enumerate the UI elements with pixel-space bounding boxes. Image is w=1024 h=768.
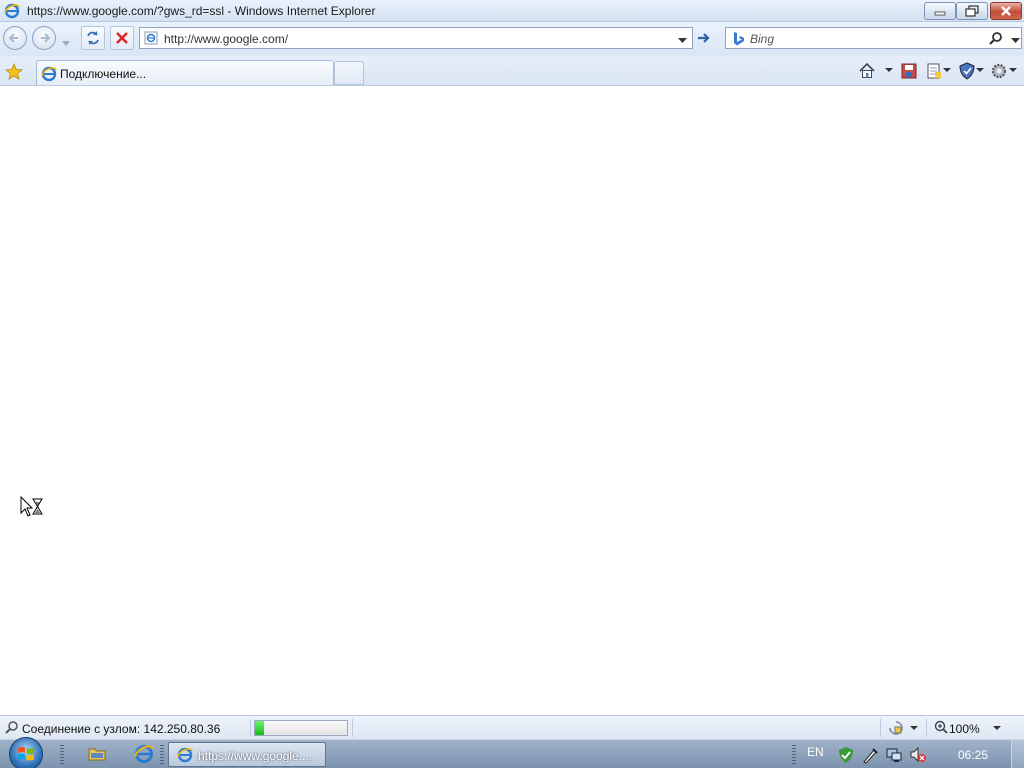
feeds-button[interactable]	[900, 62, 918, 83]
back-arrow-icon	[8, 33, 18, 43]
clock[interactable]: 06:25	[958, 748, 988, 762]
tab-label: Подключение...	[60, 67, 147, 81]
bing-logo-icon	[731, 31, 745, 50]
toolbar-grip[interactable]	[60, 745, 64, 765]
flag-tray-icon[interactable]	[861, 746, 879, 767]
chevron-down-icon	[678, 38, 687, 43]
toolbar-grip[interactable]	[160, 745, 164, 765]
stop-button[interactable]	[110, 26, 134, 50]
network-icon	[886, 748, 902, 762]
navigation-bar: http://www.google.com/ Bing	[0, 22, 1024, 56]
chevron-down-icon	[62, 41, 70, 46]
volume-muted-icon	[910, 746, 926, 763]
status-text: Соединение с узлом: 142.250.80.36	[22, 722, 221, 736]
feeds-icon	[901, 63, 917, 79]
close-button[interactable]	[990, 2, 1022, 20]
go-arrow-icon	[698, 33, 710, 43]
forward-button[interactable]	[32, 26, 56, 50]
status-bar: Соединение с узлом: 142.250.80.36 100%	[0, 715, 1024, 739]
zoom-icon[interactable]	[934, 720, 948, 737]
minimize-icon	[934, 11, 946, 16]
minimize-button[interactable]	[924, 2, 956, 20]
status-divider	[352, 719, 353, 737]
compatibility-view-button[interactable]	[81, 26, 105, 50]
loading-progress-bar	[254, 720, 348, 736]
security-tray-icon[interactable]	[837, 746, 855, 767]
status-divider	[250, 719, 251, 737]
ie-logo-icon	[4, 3, 20, 22]
show-desktop-button[interactable]	[1011, 740, 1024, 768]
tab-bar: Подключение...	[0, 56, 1024, 86]
ie-logo-icon	[134, 745, 154, 763]
refresh-icon	[87, 31, 99, 45]
address-dropdown[interactable]	[678, 33, 687, 47]
forward-arrow-icon	[41, 33, 51, 43]
page-icon	[144, 31, 158, 48]
zoom-level[interactable]: 100%	[949, 722, 980, 736]
page-dropdown[interactable]	[943, 68, 951, 72]
safety-menu-button[interactable]	[958, 62, 976, 83]
action-center-icon	[863, 748, 878, 764]
ie-logo-icon	[177, 747, 193, 766]
status-divider	[926, 719, 927, 737]
folder-icon	[88, 748, 106, 761]
busy-cursor-icon	[20, 495, 44, 521]
safety-dropdown[interactable]	[976, 68, 984, 72]
new-tab-button[interactable]	[334, 61, 364, 85]
windows-logo-icon	[18, 747, 34, 761]
address-bar[interactable]: http://www.google.com/	[139, 27, 693, 49]
home-icon	[859, 62, 875, 78]
volume-tray-icon[interactable]	[909, 746, 927, 767]
shield-icon	[959, 62, 975, 80]
title-bar: https://www.google.com/?gws_rd=ssl - Win…	[0, 0, 1024, 22]
zoom-dropdown[interactable]	[993, 726, 1001, 730]
restore-icon	[965, 5, 979, 17]
tools-dropdown[interactable]	[1009, 68, 1017, 72]
tab-current[interactable]: Подключение...	[36, 60, 334, 85]
tools-menu-button[interactable]	[990, 62, 1008, 83]
protected-mode-dropdown[interactable]	[910, 726, 918, 730]
page-content[interactable]	[0, 86, 1024, 715]
gear-icon	[991, 63, 1007, 79]
home-dropdown[interactable]	[885, 68, 893, 72]
search-box[interactable]: Bing	[725, 27, 1022, 49]
network-tray-icon[interactable]	[885, 746, 903, 767]
taskbar-item-label: https://www.google....	[198, 749, 313, 763]
page-menu-button[interactable]	[925, 62, 943, 83]
address-text[interactable]: http://www.google.com/	[164, 32, 288, 46]
search-options-dropdown[interactable]	[1011, 33, 1020, 47]
window-title: https://www.google.com/?gws_rd=ssl - Win…	[27, 4, 376, 18]
taskbar: https://www.google.... EN 06:25	[0, 737, 1024, 768]
favorites-button[interactable]	[4, 62, 24, 84]
recent-pages-dropdown[interactable]	[62, 36, 70, 50]
restore-button[interactable]	[956, 2, 988, 20]
search-icon	[4, 720, 20, 739]
ie-quicklaunch-button[interactable]	[134, 744, 154, 767]
taskbar-item-ie[interactable]: https://www.google....	[168, 742, 326, 767]
go-button[interactable]	[695, 29, 713, 50]
search-placeholder: Bing	[750, 32, 775, 46]
home-button[interactable]	[858, 62, 876, 83]
explorer-quicklaunch-button[interactable]	[87, 744, 107, 767]
close-icon	[1001, 6, 1011, 16]
language-indicator[interactable]: EN	[807, 745, 824, 759]
search-icon[interactable]	[988, 31, 1004, 50]
page-icon	[927, 63, 941, 79]
status-divider	[880, 719, 881, 737]
favorites-star-icon	[4, 62, 24, 80]
tray-grip[interactable]	[792, 745, 796, 765]
shield-check-icon	[839, 747, 853, 763]
protected-mode-icon[interactable]	[888, 720, 904, 739]
chevron-down-icon	[1011, 38, 1020, 43]
progress-fill	[255, 721, 265, 735]
back-button[interactable]	[3, 26, 27, 50]
stop-icon	[116, 32, 128, 44]
start-button[interactable]	[9, 737, 43, 768]
ie-page-icon	[41, 66, 57, 85]
